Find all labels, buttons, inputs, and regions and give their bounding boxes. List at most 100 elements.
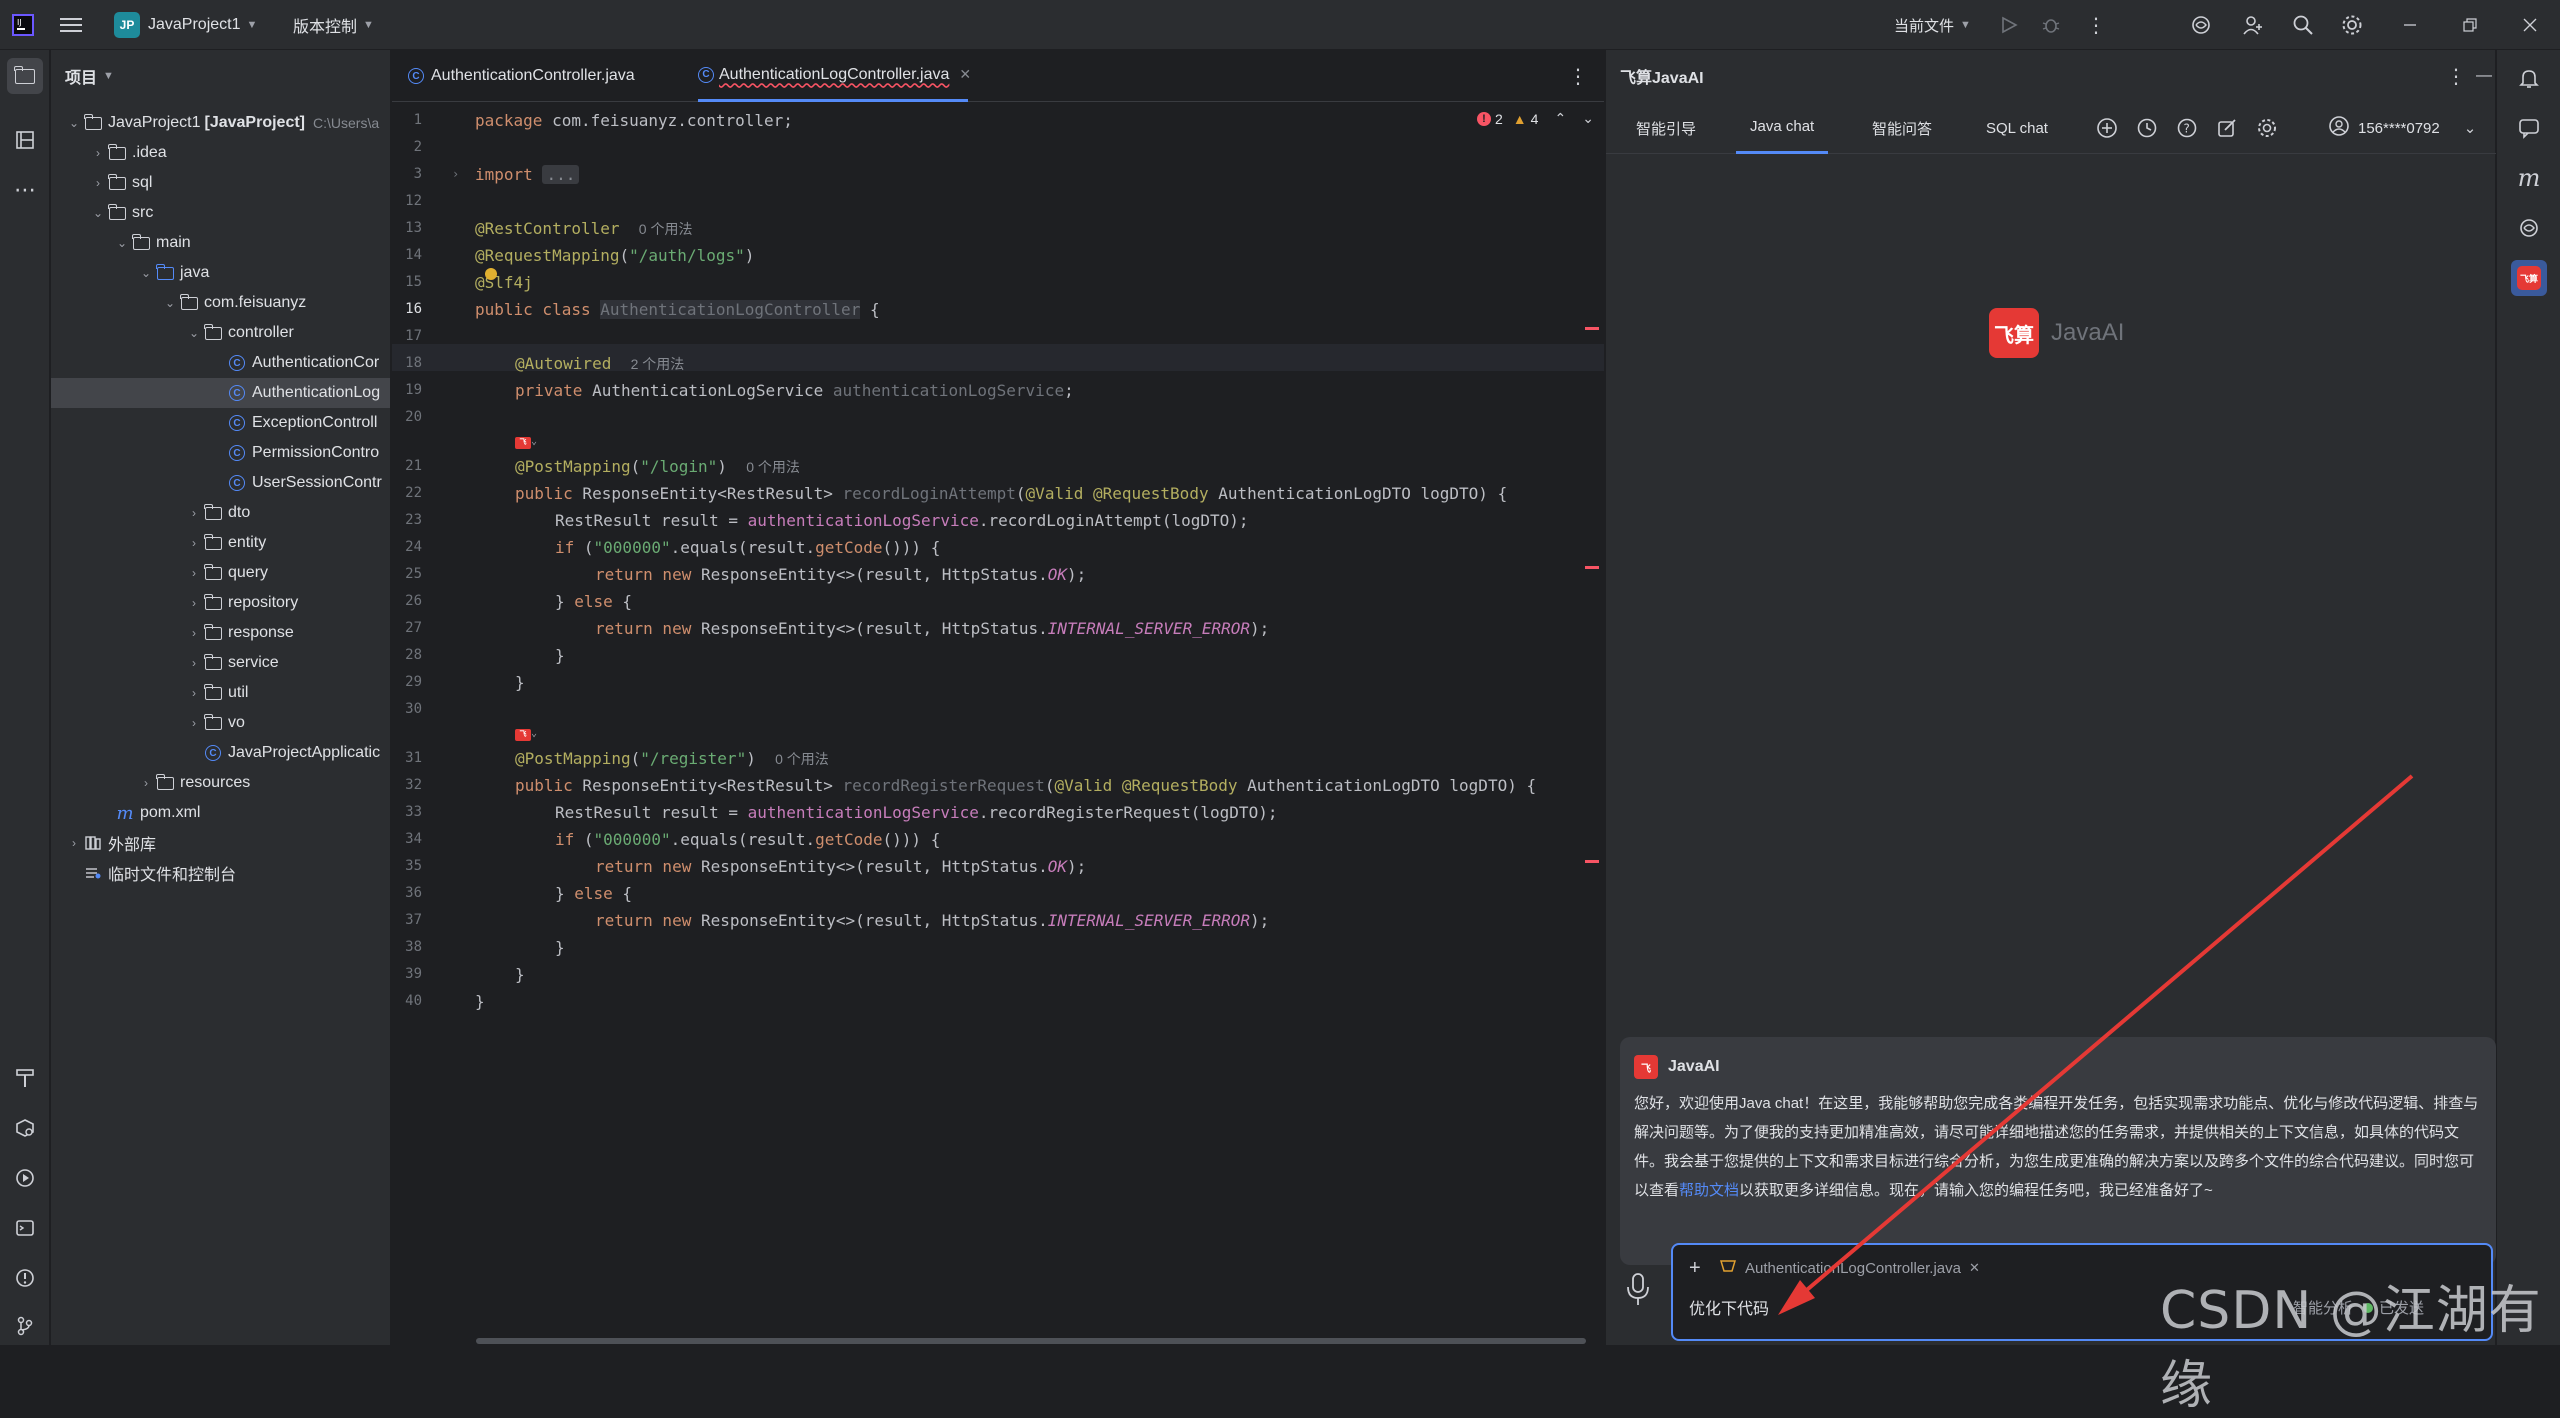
tree-node-scratches[interactable]: 临时文件和控制台 (51, 858, 390, 888)
project-switcher[interactable]: JP JavaProject1 ▼ (114, 0, 257, 50)
build-hammer-icon[interactable] (7, 1060, 43, 1096)
structure-icon[interactable] (7, 122, 43, 158)
usage-hint[interactable]: 0 个用法 (775, 751, 829, 767)
code-content[interactable]: package com.feisuanyz.controller; import… (475, 102, 1595, 1011)
tree-node-class-selected[interactable]: C AuthenticationLog (51, 378, 390, 408)
tree-node-service[interactable]: › service (51, 648, 390, 678)
error-stripe-marker[interactable] (1585, 860, 1599, 863)
tree-label-path: C:\Users\a (313, 115, 380, 131)
tab-authentication-controller[interactable]: C AuthenticationController.java (406, 50, 635, 102)
project-panel-header[interactable]: 项目 ▼ (65, 50, 114, 102)
tree-node-class[interactable]: C ExceptionControll (51, 408, 390, 438)
tree-node-package[interactable]: ⌄ com.feisuanyz (51, 288, 390, 318)
tree-node-class[interactable]: C UserSessionContr (51, 468, 390, 498)
tree-node-repository[interactable]: › repository (51, 588, 390, 618)
run-config-selector[interactable]: 当前文件 ▼ (1894, 0, 1971, 50)
tree-node-util[interactable]: › util (51, 678, 390, 708)
more-vertical-icon[interactable]: ⋮ (2446, 64, 2466, 89)
notifications-bell-icon[interactable] (2511, 60, 2547, 96)
vcs-menu[interactable]: 版本控制 ▼ (293, 0, 374, 50)
tree-node-resources[interactable]: › resources (51, 768, 390, 798)
minimize-panel-icon[interactable]: — (2476, 67, 2492, 85)
usage-hint[interactable]: 0 个用法 (746, 459, 800, 475)
project-folder-icon[interactable] (7, 58, 43, 94)
code-line: } (515, 673, 525, 692)
close-tab-icon[interactable]: ✕ (959, 66, 971, 83)
tab-smart-qa[interactable]: 智能问答 (1872, 102, 1932, 154)
ai-gutter-marker[interactable]: 飞 ⌄ (515, 425, 537, 449)
restore-icon[interactable] (2463, 0, 2477, 50)
terminal-icon[interactable] (7, 1210, 43, 1246)
fold-chevron-icon[interactable]: › (452, 161, 459, 188)
folder-icon (107, 143, 127, 161)
svg-text:?: ? (2184, 122, 2190, 136)
tab-smart-guide[interactable]: 智能引导 (1636, 102, 1696, 154)
add-user-icon[interactable] (2242, 0, 2264, 50)
maven-icon[interactable]: m (2511, 160, 2547, 196)
new-chat-icon[interactable] (2096, 102, 2118, 154)
tree-node-main[interactable]: ⌄ main (51, 228, 390, 258)
context-file-chip[interactable]: AuthenticationLogController.java ✕ (1719, 1255, 1980, 1281)
ai-assistant-icon[interactable] (2190, 0, 2212, 50)
more-horizontal-icon[interactable]: ⋯ (7, 172, 43, 208)
settings-gear-icon[interactable] (2256, 102, 2278, 154)
settings-gear-icon[interactable] (2340, 0, 2364, 50)
ai-gutter-marker[interactable]: 飞 ⌄ (515, 717, 537, 741)
horizontal-scrollbar[interactable] (476, 1338, 1586, 1344)
tree-node-controller[interactable]: ⌄ controller (51, 318, 390, 348)
services-icon[interactable] (7, 1110, 43, 1146)
tree-node-query[interactable]: › query (51, 558, 390, 588)
user-account-menu[interactable]: 156****0792 ⌄ (2328, 102, 2476, 154)
tree-node-response[interactable]: › response (51, 618, 390, 648)
bulb-icon[interactable] (485, 268, 497, 280)
tab-java-chat[interactable]: Java chat (1736, 102, 1829, 154)
tree-node-dto[interactable]: › dto (51, 498, 390, 528)
problems-icon[interactable] (7, 1260, 43, 1296)
error-stripe-marker[interactable] (1585, 327, 1599, 330)
main-menu-icon[interactable] (60, 0, 82, 50)
search-icon[interactable] (2292, 0, 2314, 50)
help-icon[interactable]: ? (2176, 102, 2198, 154)
tree-node-vo[interactable]: › vo (51, 708, 390, 738)
minimize-icon[interactable] (2403, 0, 2417, 50)
remove-context-icon[interactable]: ✕ (1969, 1260, 1980, 1276)
more-vertical-icon[interactable]: ⋮ (2086, 0, 2106, 50)
tree-node-sql[interactable]: › sql (51, 168, 390, 198)
usage-hint[interactable]: 0 个用法 (639, 221, 693, 237)
chat-bubble-icon[interactable] (2511, 110, 2547, 146)
microphone-icon[interactable] (1624, 1272, 1652, 1313)
tree-node-project-root[interactable]: ⌄ JavaProject1 [JavaProject] C:\Users\a (51, 108, 390, 138)
chat-input-field[interactable]: 优化下代码 (1689, 1295, 1769, 1319)
tree-node-external-libraries[interactable]: › 外部库 (51, 828, 390, 858)
tree-node-pom[interactable]: m pom.xml (51, 798, 390, 828)
add-context-icon[interactable]: + (1689, 1257, 1701, 1280)
help-doc-link[interactable]: 帮助文档 (1679, 1182, 1739, 1199)
tabs-more-icon[interactable]: ⋮ (1568, 50, 1588, 102)
usage-hint[interactable]: 2 个用法 (631, 356, 685, 372)
error-stripe-marker[interactable] (1585, 566, 1599, 569)
feisuan-logo-icon: 飞算 (1989, 308, 2039, 358)
run-panel-icon[interactable] (7, 1160, 43, 1196)
feisuan-javaai-icon[interactable]: 飞算 (2511, 260, 2547, 296)
history-icon[interactable] (2136, 102, 2158, 154)
debug-icon[interactable] (2041, 0, 2061, 50)
app-logo-icon[interactable]: IJ (12, 0, 34, 50)
tree-node-class[interactable]: C PermissionContro (51, 438, 390, 468)
tree-node-java[interactable]: ⌄ java (51, 258, 390, 288)
tree-node-class[interactable]: C AuthenticationCor (51, 348, 390, 378)
line-number: 35 (405, 858, 422, 874)
tree-node-entity[interactable]: › entity (51, 528, 390, 558)
code-line: @RestController 0 个用法 (475, 219, 693, 238)
close-icon[interactable] (2523, 0, 2537, 50)
ai-assistant-icon[interactable] (2511, 210, 2547, 246)
git-branch-icon[interactable] (7, 1308, 43, 1344)
tree-node-idea[interactable]: › .idea (51, 138, 390, 168)
edit-icon[interactable] (2216, 102, 2238, 154)
tab-sql-chat[interactable]: SQL chat (1986, 102, 2048, 154)
tree-node-application[interactable]: C JavaProjectApplicatic (51, 738, 390, 768)
tree-label: src (132, 204, 154, 221)
folded-imports[interactable]: ... (542, 165, 580, 184)
tree-node-src[interactable]: ⌄ src (51, 198, 390, 228)
run-icon[interactable] (2000, 0, 2018, 50)
tab-authentication-log-controller[interactable]: C AuthenticationLogController.java ✕ (698, 50, 971, 102)
